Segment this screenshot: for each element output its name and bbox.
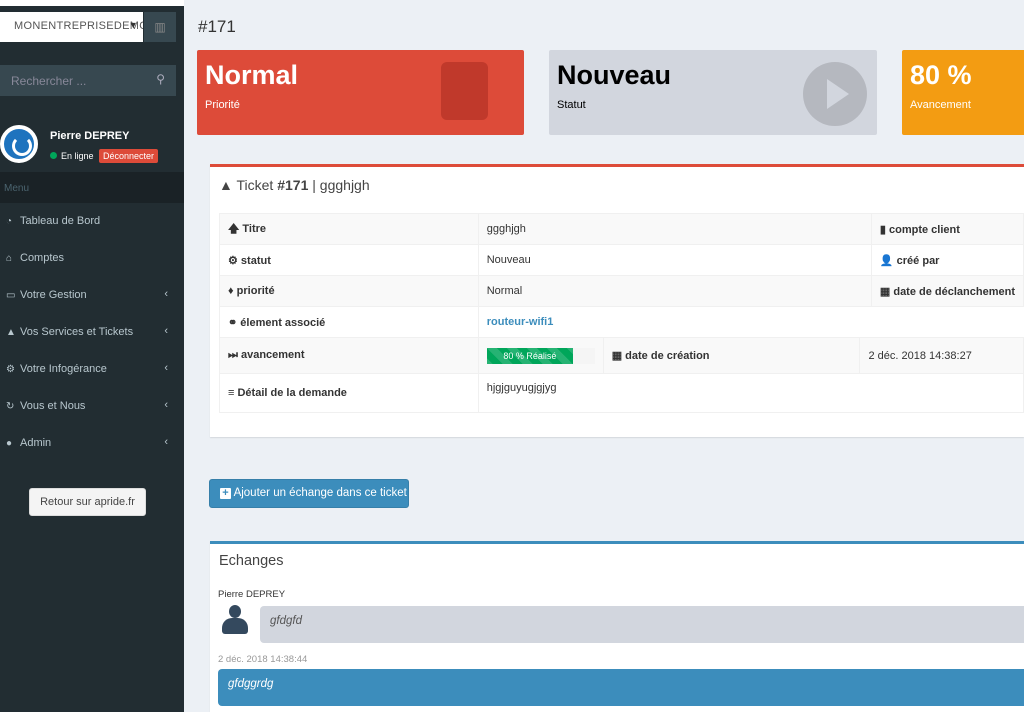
sidebar-item-infogerance[interactable]: ⚙ Votre Infogérance ‹ <box>0 351 184 388</box>
refresh-icon: ↻ <box>6 401 15 412</box>
menu-header: Menu <box>0 172 184 203</box>
building-button[interactable]: ▥ <box>144 12 176 42</box>
sidebar-item-label: Vos Services et Tickets <box>20 326 134 338</box>
chevron-left-icon: ‹ <box>164 325 168 337</box>
online-dot-icon <box>50 152 57 159</box>
online-status: En ligne <box>50 151 94 161</box>
table-row: ≡ Détail de la demande hjgjguyugjgjyg <box>219 373 1024 413</box>
add-exchange-button[interactable]: + Ajouter un échange dans ce ticket <box>209 479 409 508</box>
user-icon <box>222 605 248 635</box>
user-name: Pierre DEPREY <box>50 130 130 142</box>
avatar <box>0 125 38 163</box>
exchanges-panel: Echanges Pierre DEPREY gfdgfd 2 déc. 201… <box>210 541 1024 712</box>
detail-label: ≡ Détail de la demande <box>219 373 479 413</box>
list-icon <box>441 62 488 120</box>
sidebar-item-admin[interactable]: ● Admin ‹ <box>0 425 184 462</box>
sidebar-item-label: Vous et Nous <box>20 400 86 412</box>
declenchement-label: ▦ date de déclanchement <box>870 275 1024 307</box>
sidebar-item-label: Votre Gestion <box>20 289 87 301</box>
table-row: ⚙ statut Nouveau 👤 créé par <box>219 244 1024 276</box>
progress-value: 80 % <box>910 60 972 90</box>
sidebar-item-votre-gestion[interactable]: ▭ Votre Gestion ‹ <box>0 277 184 314</box>
company-select-value: MONENTREPRISEDEMO <box>14 20 143 32</box>
priority-box: Normal Priorité <box>197 50 524 135</box>
page-title: #171 <box>198 17 236 36</box>
creation-value: 2 déc. 2018 14:38:27 <box>859 337 1024 374</box>
cree-label: 👤 créé par <box>870 244 1024 276</box>
creation-label: ▦ date de création <box>602 337 861 374</box>
statut-value: Nouveau <box>477 244 872 276</box>
ticket-header: ▲ Ticket #171 | ggghjgh <box>219 177 370 193</box>
plus-square-icon: + <box>220 488 231 499</box>
chevron-left-icon: ‹ <box>164 362 168 374</box>
priorite-label: ♦ priorité <box>219 275 479 307</box>
sidebar-item-vous-et-nous[interactable]: ↻ Vous et Nous ‹ <box>0 388 184 425</box>
table-row: ♦ priorité Normal ▦ date de déclanchement <box>219 275 1024 307</box>
progress-fill: 80 % Réalisé <box>486 347 574 364</box>
dashboard-icon: ◔ <box>6 216 13 227</box>
status-box: Nouveau Statut <box>549 50 877 135</box>
sidebar-item-label: Votre Infogérance <box>20 363 107 375</box>
ticket-name: ggghjgh <box>319 177 370 193</box>
ticket-prefix: Ticket <box>236 177 274 193</box>
search-input[interactable]: Rechercher ... ⚲ <box>0 65 176 96</box>
table-row: 🡅 Titre ggghjgh ▮ compte client <box>219 213 1024 245</box>
sidebar-item-comptes[interactable]: ⌂ Comptes <box>0 240 184 277</box>
priorite-value: Normal <box>477 275 872 307</box>
back-to-site-button[interactable]: Retour sur apride.fr <box>29 488 146 516</box>
sidebar-item-services-tickets[interactable]: ▲ Vos Services et Tickets ‹ <box>0 314 184 351</box>
message-bubble: gfdggrdg <box>218 669 1024 706</box>
titre-value: ggghjgh <box>477 213 872 245</box>
chevron-left-icon: ‹ <box>164 436 168 448</box>
add-exchange-label: Ajouter un échange dans ce ticket <box>233 487 407 499</box>
cogs-icon: ⚙ <box>6 364 15 375</box>
element-label: ⚭ élement associé <box>219 306 479 338</box>
search-placeholder: Rechercher ... <box>11 74 87 88</box>
caret-down-icon: ▼ <box>128 20 138 30</box>
exchanges-title: Echanges <box>219 553 284 569</box>
message-author: Pierre DEPREY <box>218 589 286 600</box>
titre-label: 🡅 Titre <box>219 213 479 245</box>
ticket-panel: ▲ Ticket #171 | ggghjgh 🡅 Titre ggghjgh ▮ … <box>210 164 1024 437</box>
sidebar-item-label: Comptes <box>20 252 65 264</box>
separator: | <box>312 177 316 193</box>
warning-icon: ▲ <box>219 177 233 193</box>
search-icon[interactable]: ⚲ <box>156 72 165 86</box>
progress-bar: 80 % Réalisé <box>486 347 595 364</box>
table-row: ⚭ élement associé routeur-wifi1 <box>219 306 1024 338</box>
users-icon: ● <box>6 438 13 449</box>
avancement-cell: 80 % Réalisé <box>477 337 604 374</box>
table-row: ⏭ avancement 80 % Réalisé ▦ date de créati… <box>219 337 1024 374</box>
sidebar: MONENTREPRISEDEMO ▼ ▥ Rechercher ... ⚲ Pie… <box>0 0 184 712</box>
statut-label: ⚙ statut <box>219 244 479 276</box>
company-select[interactable]: MONENTREPRISEDEMO ▼ <box>0 12 143 42</box>
logout-button[interactable]: Déconnecter <box>99 149 159 163</box>
play-icon <box>803 62 867 126</box>
message-bubble: gfdgfd <box>260 606 1024 643</box>
warning-icon: ▲ <box>6 327 16 338</box>
sidebar-nav: ◔ Tableau de Bord ⌂ Comptes ▭ Votre Gestion… <box>0 203 184 462</box>
element-link[interactable]: routeur-wifi1 <box>487 316 554 328</box>
sidebar-item-label: Admin <box>20 437 52 449</box>
avancement-label: ⏭ avancement <box>219 337 479 374</box>
ticket-details-table: 🡅 Titre ggghjgh ▮ compte client ⚙ statut No… <box>219 213 1024 413</box>
progress-box: 80 % Avancement <box>902 50 1024 135</box>
progress-label: Avancement <box>910 99 971 111</box>
ticket-number: #171 <box>277 177 309 193</box>
chevron-left-icon: ‹ <box>164 288 168 300</box>
compte-label: ▮ compte client <box>870 213 1024 245</box>
detail-value: hjgjguyugjgjyg <box>477 373 1024 413</box>
sidebar-item-tableau-de-bord[interactable]: ◔ Tableau de Bord <box>0 203 184 240</box>
message-date: 2 déc. 2018 14:38:44 <box>218 654 308 665</box>
chevron-left-icon: ‹ <box>164 399 168 411</box>
home-icon: ⌂ <box>6 253 13 264</box>
inbox-icon: ▭ <box>6 290 16 301</box>
sidebar-item-label: Tableau de Bord <box>20 215 101 227</box>
status-text: En ligne <box>61 151 94 161</box>
